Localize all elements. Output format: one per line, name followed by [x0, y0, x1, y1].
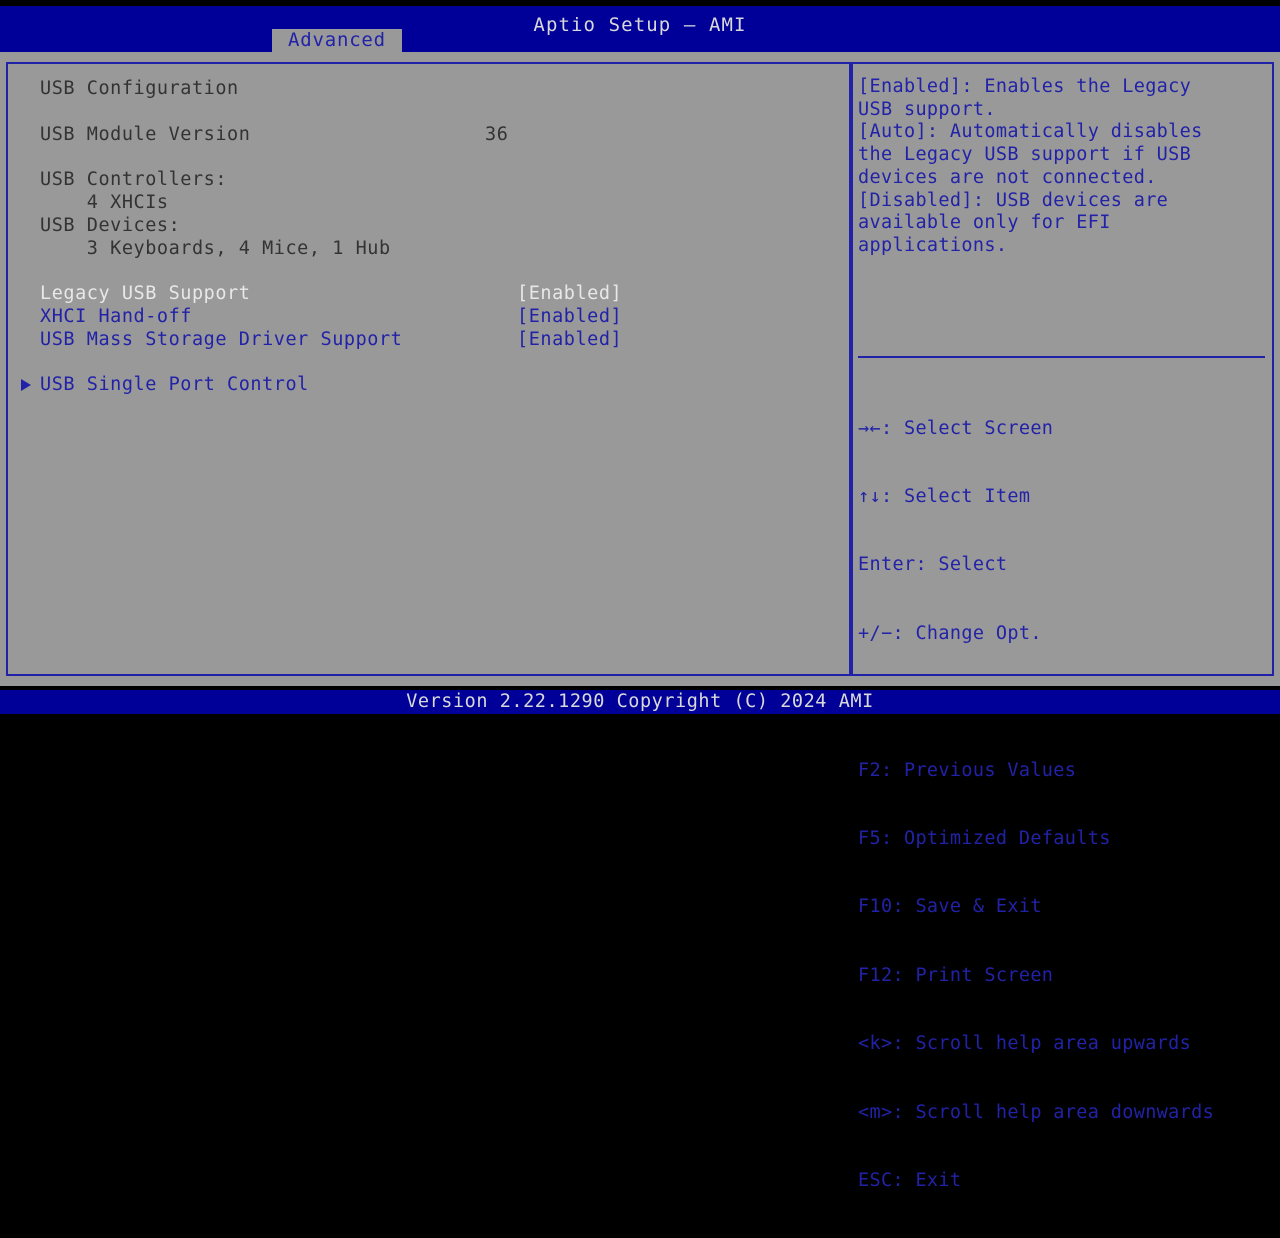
bios-setup-screen: Aptio Setup – AMI Advanced USB Configura… [0, 0, 1280, 1191]
menu-tabstrip: Advanced [272, 29, 402, 53]
usb-module-version-label: USB Module Version [40, 124, 251, 145]
triangle-right-icon [21, 379, 31, 391]
setting-row-legacy-usb-support[interactable]: Legacy USB Support [Enabled] [40, 283, 830, 305]
setting-label: Legacy USB Support [40, 283, 251, 304]
help-divider [858, 356, 1265, 358]
legend-optimized-defaults: F5: Optimized Defaults [858, 827, 1111, 849]
legend-select-screen: →←: Select Screen [858, 417, 1054, 439]
usb-controllers-value: 4 XHCIs [40, 192, 169, 213]
usb-module-version-value: 36 [485, 124, 509, 145]
setting-value[interactable]: [Enabled] [517, 329, 622, 350]
setting-label: XHCI Hand-off [40, 306, 192, 327]
legend-scroll-help-up: <k>: Scroll help area upwards [858, 1033, 1192, 1055]
legend-change-opt: +/−: Change Opt. [858, 622, 1042, 644]
footer-bar: Version 2.22.1290 Copyright (C) 2024 AMI [0, 690, 1280, 714]
legend-save-and-exit: F10: Save & Exit [858, 896, 1042, 918]
setting-label: USB Mass Storage Driver Support [40, 329, 403, 350]
title-bar: Aptio Setup – AMI [0, 6, 1280, 52]
usb-controllers-label: USB Controllers: [40, 169, 228, 190]
legend-esc-exit: ESC: Exit [858, 1169, 962, 1191]
legend-enter-select: Enter: Select [858, 554, 1008, 576]
usb-devices-label: USB Devices: [40, 215, 181, 236]
legend-select-item: ↑↓: Select Item [858, 485, 1031, 507]
tab-advanced[interactable]: Advanced [272, 29, 402, 53]
version-text: Version 2.22.1290 Copyright (C) 2024 AMI [406, 691, 874, 712]
setting-row-usb-mass-storage-driver-support[interactable]: USB Mass Storage Driver Support [Enabled… [40, 329, 830, 351]
submenu-row-usb-single-port-control[interactable]: USB Single Port Control [21, 374, 830, 396]
section-title: USB Configuration [40, 78, 239, 99]
legend-previous-values: F2: Previous Values [858, 759, 1077, 781]
legend-print-screen: F12: Print Screen [858, 964, 1054, 986]
help-description: [Enabled]: Enables the Legacy USB suppor… [858, 76, 1203, 256]
help-panel: [Enabled]: Enables the Legacy USB suppor… [851, 62, 1274, 1191]
key-legend: →←: Select Screen ↑↓: Select Item Enter:… [858, 372, 1270, 1238]
app-title: Aptio Setup – AMI [533, 14, 747, 36]
setting-row-xhci-hand-off[interactable]: XHCI Hand-off [Enabled] [40, 306, 830, 328]
setting-value[interactable]: [Enabled] [517, 283, 622, 304]
usb-devices-value: 3 Keyboards, 4 Mice, 1 Hub [40, 238, 391, 259]
legend-scroll-help-down: <m>: Scroll help area downwards [858, 1101, 1215, 1123]
setting-value[interactable]: [Enabled] [517, 306, 622, 327]
submenu-label: USB Single Port Control [40, 374, 309, 395]
settings-panel: USB Configuration USB Module Version 36 … [6, 62, 851, 676]
